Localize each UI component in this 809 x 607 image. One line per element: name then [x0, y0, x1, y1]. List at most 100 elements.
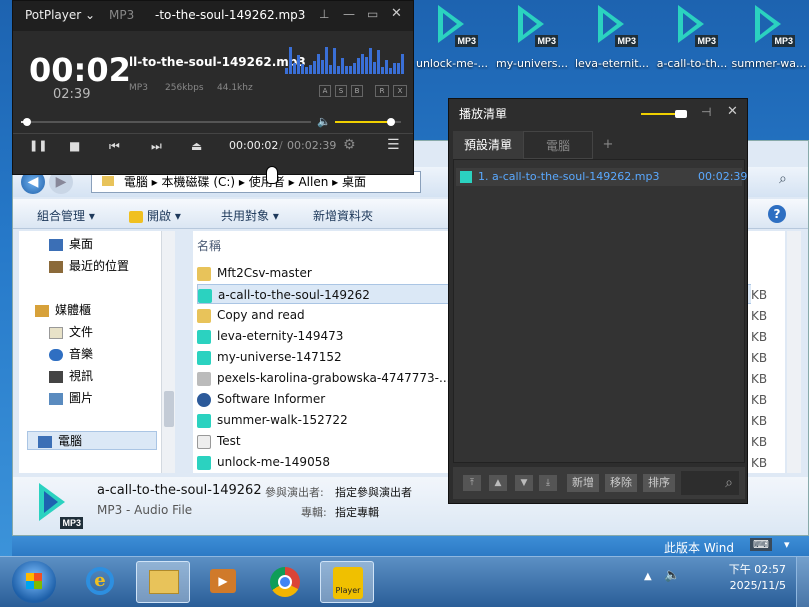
potplayer-menu-button[interactable]: PotPlayer ⌄ — [25, 8, 95, 22]
breadcrumb-item[interactable]: 桌面 — [342, 175, 366, 189]
nav-item-music[interactable]: 音樂 — [49, 345, 93, 362]
repeat-button[interactable]: R — [375, 85, 389, 97]
bookmark-button[interactable]: B — [351, 85, 363, 97]
nav-item-pictures[interactable]: 圖片 — [49, 389, 93, 406]
nav-item-videos[interactable]: 視訊 — [49, 367, 93, 384]
show-hidden-icons-button[interactable]: ▲ — [644, 571, 652, 582]
file-size-unit: KB — [751, 309, 768, 323]
start-button[interactable] — [12, 561, 56, 603]
pin-icon[interactable]: ⊣ — [701, 105, 711, 119]
file-list-scrollbar[interactable] — [787, 231, 801, 473]
file-size-unit: KB — [751, 393, 768, 407]
opacity-handle[interactable] — [675, 110, 687, 118]
move-up-icon[interactable]: ▲ — [489, 475, 507, 491]
desktop-icon-label: leva-eternit... — [574, 57, 650, 70]
potplayer-titlebar[interactable]: PotPlayer ⌄ MP3 -to-the-soul-149262.mp3 … — [13, 1, 413, 31]
mp3-file-icon — [198, 288, 212, 303]
playlist-item[interactable]: 1. a-call-to-the-soul-149262.mp3 00:02:3… — [456, 168, 747, 186]
subtitle-button[interactable]: S — [335, 85, 347, 97]
spectrum-bar — [317, 54, 320, 74]
pause-button[interactable]: ❚❚ — [29, 139, 47, 152]
windows-edition-watermark: 此版本 Wind — [664, 541, 734, 555]
seek-bar[interactable] — [21, 118, 311, 126]
open-button[interactable]: 開啟 ▾ — [129, 207, 181, 224]
desktop-icon-unlock-me[interactable]: MP3 unlock-me-... — [412, 3, 492, 71]
play-icon — [129, 210, 143, 223]
column-header-name[interactable]: 名稱 — [197, 237, 221, 254]
desktop-icon-summer-walk[interactable]: MP3 summer-wa... — [729, 3, 809, 71]
tab-default-playlist[interactable]: 預設清單 — [453, 131, 523, 159]
move-top-icon[interactable]: ⤒ — [463, 475, 481, 491]
taskbar-potplayer[interactable]: Player — [320, 561, 374, 603]
folder-icon — [197, 308, 211, 323]
taskbar-internet-explorer[interactable]: e — [72, 561, 126, 603]
maximize-icon[interactable]: ▭ — [367, 7, 378, 21]
details-album-value[interactable]: 指定專輯 — [335, 504, 379, 520]
scroll-thumb[interactable] — [164, 391, 174, 427]
stop-button[interactable]: ■ — [69, 139, 80, 153]
taskbar-media-player[interactable]: ▶ — [196, 561, 250, 603]
codec-label: MP3 — [129, 83, 148, 93]
remaining-time[interactable]: 02:39 — [53, 87, 90, 102]
eject-button[interactable]: ⏏ — [191, 139, 202, 153]
tab-computer[interactable]: 電腦 — [523, 131, 593, 159]
desktop-icon-my-universe[interactable]: MP3 my-univers... — [492, 3, 572, 71]
details-artist-value[interactable]: 指定參與演出者 — [335, 484, 412, 500]
close-icon[interactable]: ✕ — [727, 104, 738, 119]
search-icon[interactable]: ⌕ — [681, 471, 739, 495]
add-tab-button[interactable]: + — [593, 131, 623, 159]
app-file-icon — [197, 392, 211, 407]
minimize-icon[interactable]: — — [343, 7, 355, 21]
sort-button[interactable]: 排序 — [643, 474, 675, 492]
taskbar-explorer[interactable] — [136, 561, 190, 603]
ab-repeat-button[interactable]: A — [319, 85, 331, 97]
playlist-item-name: 1. a-call-to-the-soul-149262.mp3 — [478, 170, 660, 183]
seek-handle[interactable] — [22, 118, 31, 126]
clock-date[interactable]: 2025/11/5 — [722, 579, 786, 592]
help-icon[interactable]: ? — [768, 205, 786, 223]
move-bottom-icon[interactable]: ⤓ — [539, 475, 557, 491]
nav-item-computer[interactable]: 電腦 — [27, 431, 157, 450]
shuffle-button[interactable]: X — [393, 85, 407, 97]
nav-scrollbar[interactable] — [161, 231, 175, 473]
details-file-name: a-call-to-the-soul-149262 — [97, 483, 262, 498]
taskbar-chrome[interactable] — [258, 561, 312, 603]
desktop-icon-label: summer-wa... — [731, 57, 807, 70]
spectrum-bar — [353, 63, 356, 74]
menu-icon[interactable]: ☰ — [387, 137, 400, 153]
current-position: 00:00:02 — [229, 139, 279, 152]
nav-item-libraries[interactable]: 媒體櫃 — [35, 301, 91, 318]
breadcrumb-item[interactable]: Allen — [298, 175, 328, 189]
organize-button[interactable]: 組合管理 ▾ — [37, 207, 95, 224]
volume-handle[interactable] — [387, 118, 396, 126]
mp3-file-icon: MP3 — [434, 3, 478, 47]
close-icon[interactable]: ✕ — [391, 6, 402, 21]
breadcrumb-item[interactable]: 本機磁碟 (C:) — [162, 175, 236, 189]
volume-slider[interactable] — [335, 118, 401, 126]
breadcrumb-item[interactable]: 電腦 — [124, 175, 148, 189]
next-button[interactable]: ⏭ — [151, 139, 162, 154]
pin-icon[interactable]: ⊥ — [319, 7, 329, 21]
nav-item-desktop[interactable]: 桌面 — [49, 235, 93, 252]
mp3-file-icon — [197, 455, 211, 470]
remove-button[interactable]: 移除 — [605, 474, 637, 492]
move-down-icon[interactable]: ▼ — [515, 475, 533, 491]
share-button[interactable]: 共用對象 ▾ — [221, 207, 279, 224]
desktop-icon — [49, 238, 63, 251]
desktop-icon-leva-eternity[interactable]: MP3 leva-eternit... — [572, 3, 652, 71]
desktop-icon-a-call-to-the-soul[interactable]: MP3 a-call-to-th... — [652, 3, 732, 71]
previous-button[interactable]: ⏮ — [109, 139, 120, 154]
new-folder-button[interactable]: 新增資料夾 — [313, 207, 373, 224]
search-icon[interactable]: ⌕ — [779, 171, 801, 193]
clock-time[interactable]: 下午 02:57 — [722, 561, 786, 577]
add-button[interactable]: 新增 — [567, 474, 599, 492]
nav-item-recent[interactable]: 最近的位置 — [49, 257, 129, 274]
chevron-down-icon[interactable]: ▾ — [784, 538, 790, 551]
show-desktop-button[interactable] — [796, 557, 809, 607]
nav-item-documents[interactable]: 文件 — [49, 323, 93, 340]
speaker-icon[interactable]: 🔈 — [664, 568, 680, 583]
volume-icon[interactable]: 🔈 — [317, 115, 331, 128]
keyboard-icon[interactable]: ⌨ — [750, 538, 772, 551]
settings-gear-icon[interactable]: ⚙ — [343, 137, 356, 153]
mp3-file-icon — [460, 171, 472, 183]
